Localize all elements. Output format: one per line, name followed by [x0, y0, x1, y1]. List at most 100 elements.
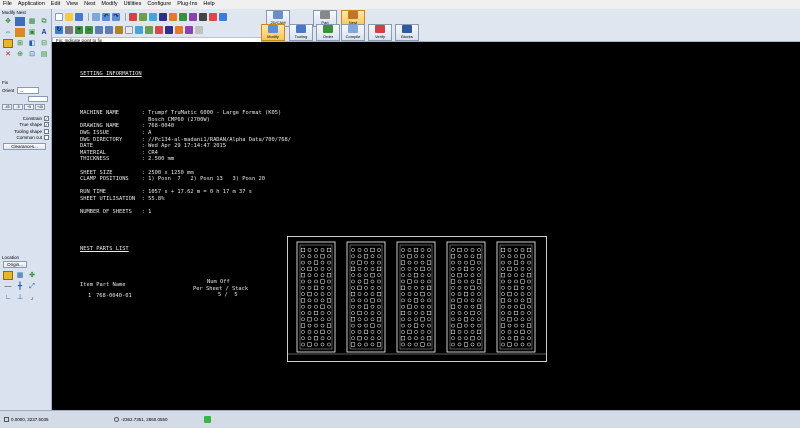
menu-help[interactable]: Help [203, 0, 214, 9]
menu-view[interactable]: View [66, 0, 78, 9]
zoom-in-icon[interactable]: + [75, 26, 83, 34]
copy-icon[interactable] [139, 13, 147, 21]
view-icon[interactable] [125, 26, 133, 34]
status-coords-2: -2362.7351, 2860.0550 [110, 417, 200, 422]
copy-part-icon[interactable]: ⧉ [39, 17, 49, 26]
snap-part-icon[interactable]: ⊞ [15, 39, 25, 48]
mode-button-label: Compile [345, 34, 361, 39]
mode-button-verify[interactable]: Verify [368, 24, 392, 41]
swap-icon[interactable]: ⊕ [15, 50, 25, 59]
menu-utilities[interactable]: Utilities [124, 0, 142, 9]
angle-input[interactable] [28, 96, 48, 102]
fill-icon[interactable]: ▣ [27, 28, 37, 37]
view-3d-icon[interactable] [145, 26, 153, 34]
layers-icon[interactable] [169, 13, 177, 21]
location-line-icon[interactable]: — [3, 282, 13, 291]
true-shape-checkbox[interactable]: ✓ [44, 122, 49, 128]
menu-plugins[interactable]: Plug-Ins [177, 0, 197, 9]
location-grid-icon[interactable]: ▦ [15, 271, 25, 280]
view-2d-icon[interactable] [135, 26, 143, 34]
location-clover-icon[interactable]: ✤ [27, 271, 37, 280]
rotate-icon[interactable] [15, 17, 25, 26]
save-icon[interactable] [75, 13, 83, 21]
menu-application[interactable]: Application [18, 0, 45, 9]
setting-line: DWG ISSUE : A [80, 129, 152, 136]
location-bottom-right-icon[interactable]: ⌟ [27, 293, 37, 302]
location-bottom-left-icon[interactable]: ∟ [3, 293, 13, 302]
refresh-icon[interactable]: ↻ [55, 26, 63, 34]
offset-plus-45-button[interactable]: +45 [35, 104, 45, 110]
clearances-button[interactable]: Clearances... [3, 143, 46, 150]
constrain-checkbox[interactable]: ✓ [44, 115, 49, 121]
grid-icon[interactable] [179, 13, 187, 21]
mode-button-modify[interactable]: Modify [261, 24, 285, 41]
menu-modify[interactable]: Modify [101, 0, 117, 9]
parts-table: Item Part Name Num Off Per Sheet / Stack… [80, 279, 290, 308]
location-expand-icon[interactable]: ⤢ [27, 282, 37, 291]
bump-icon[interactable]: ◧ [27, 39, 37, 48]
delete-icon[interactable] [155, 26, 163, 34]
stop-icon[interactable] [209, 13, 217, 21]
zoom-icon[interactable] [219, 13, 227, 21]
fix-icon[interactable] [3, 39, 13, 48]
offset-minus-5-button[interactable]: -5 [13, 104, 23, 110]
nest-sheet-drawing[interactable] [287, 236, 547, 362]
orient-select[interactable]: → [17, 87, 40, 94]
location-cross-icon[interactable]: ╋ [15, 282, 25, 291]
nested-part[interactable] [446, 241, 486, 353]
zoom-window-icon[interactable] [95, 26, 103, 34]
mode-button-order[interactable]: Order [316, 24, 340, 41]
array-icon[interactable]: ▦ [27, 17, 37, 26]
menu-file[interactable]: File [3, 0, 12, 9]
drawing-canvas[interactable]: SETTING INFORMATION MACHINE NAME : Trump… [52, 42, 800, 410]
left-panel: Modify Nest ✥ ▦ ⧉ ⇔ ▣ A ⊞ ◧ ⊟ ✕ ⊕ ⊡ ▤ Fi… [0, 9, 52, 410]
toolbar-separator [88, 13, 89, 21]
location-corner-icon[interactable] [3, 271, 13, 280]
parts-icon[interactable] [185, 26, 193, 34]
mode-button-compile[interactable]: Compile [341, 24, 365, 41]
move-icon[interactable]: ✥ [3, 17, 13, 26]
squeeze-icon[interactable]: ⊟ [39, 39, 49, 48]
remnant-icon[interactable]: ▤ [39, 50, 49, 59]
settings-icon[interactable] [195, 26, 203, 34]
offset-minus-45-button[interactable]: -45 [2, 104, 12, 110]
delete-part-icon[interactable]: ✕ [3, 50, 13, 59]
location-bottom-icon[interactable]: ⊥ [15, 293, 25, 302]
mirror-icon[interactable]: ⇔ [3, 28, 13, 37]
pan-icon[interactable] [65, 26, 73, 34]
common-cut-checkbox[interactable] [44, 135, 49, 141]
menu-edit[interactable]: Edit [51, 0, 60, 9]
group-icon[interactable]: ⊡ [27, 50, 37, 59]
nested-part[interactable] [496, 241, 536, 353]
align-icon[interactable] [15, 28, 25, 37]
nested-part[interactable] [346, 241, 386, 353]
nested-part[interactable] [396, 241, 436, 353]
nest-icon [348, 11, 358, 19]
properties-icon[interactable] [159, 13, 167, 21]
setting-line: NUMBER OF SHEETS : 1 [80, 209, 152, 216]
offset-plus-5-button[interactable]: +5 [24, 104, 34, 110]
print-icon[interactable] [92, 13, 100, 21]
zoom-all-icon[interactable] [105, 26, 113, 34]
measure-icon[interactable] [199, 13, 207, 21]
redo-icon[interactable]: ↷ [112, 13, 120, 21]
cut-icon[interactable] [129, 13, 137, 21]
mode-button-blocks[interactable]: Blocks [395, 24, 419, 41]
paste-icon[interactable] [149, 13, 157, 21]
nested-part[interactable] [296, 241, 336, 353]
mode-button-tooling[interactable]: Tooling [289, 24, 313, 41]
origin-button[interactable]: Origin... [3, 261, 27, 268]
setting-line: MATERIAL : CR4 [80, 149, 158, 156]
undo-icon[interactable]: ↶ [102, 13, 110, 21]
snap-icon[interactable] [189, 13, 197, 21]
menu-configure[interactable]: Configure [147, 0, 171, 9]
redraw-icon[interactable] [115, 26, 123, 34]
new-icon[interactable] [55, 13, 63, 21]
info-icon[interactable] [165, 26, 173, 34]
zoom-out-icon[interactable]: − [85, 26, 93, 34]
menu-nest[interactable]: Nest [84, 0, 95, 9]
tooling-shape-checkbox[interactable] [44, 128, 49, 134]
open-icon[interactable] [65, 13, 73, 21]
text-icon[interactable]: A [39, 28, 49, 37]
sheet-icon[interactable] [175, 26, 183, 34]
